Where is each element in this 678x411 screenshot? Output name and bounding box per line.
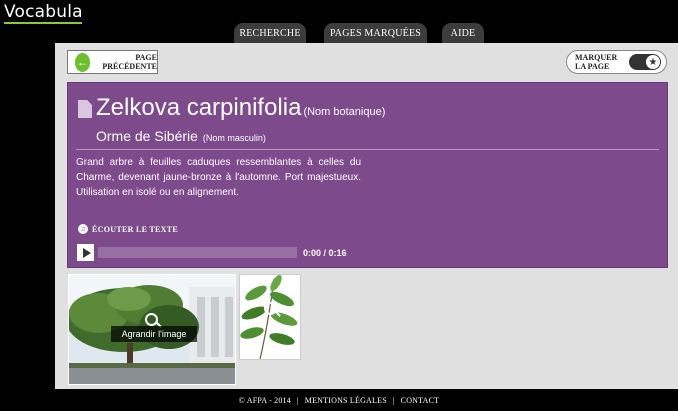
- previous-page-label: Page précédente: [102, 53, 157, 71]
- audio-player: 0:00 / 0:16: [77, 244, 347, 261]
- copyright: © AFPA - 2014: [238, 395, 291, 405]
- star-icon: ★: [646, 55, 660, 69]
- time-display: 0:00 / 0:16: [303, 247, 347, 258]
- arrow-left-icon: ←: [75, 52, 91, 72]
- tab-recherche[interactable]: Recherche: [234, 23, 306, 43]
- previous-page-button[interactable]: ← Page précédente: [67, 50, 158, 74]
- image-thumbnail-tree[interactable]: Agrandir l'image: [68, 274, 236, 385]
- description: Grand arbre à feuilles caduques ressembl…: [76, 157, 361, 198]
- listen-label: Écouter le texte: [92, 224, 179, 234]
- leaf-photo: [240, 275, 300, 359]
- tab-pages-marquees[interactable]: Pages marquées: [324, 23, 427, 43]
- divider: [76, 149, 659, 150]
- logo-underline: [4, 22, 82, 24]
- audio-progress-bar[interactable]: [98, 247, 297, 258]
- play-icon: [82, 247, 91, 258]
- contact-link[interactable]: Contact: [401, 396, 440, 405]
- mark-toggle[interactable]: ★: [629, 54, 661, 70]
- speaker-icon: ♫: [78, 224, 88, 234]
- legal-link[interactable]: Mentions légales: [305, 396, 387, 405]
- app-logo[interactable]: Vocabula: [4, 2, 83, 22]
- mark-page-label: Marquer la page: [575, 53, 618, 71]
- mark-page-button[interactable]: Marquer la page ★: [566, 50, 667, 74]
- image-thumbnail-leaf[interactable]: [239, 274, 301, 360]
- common-name: Orme de Sibérie (Nom masculin): [96, 128, 266, 144]
- common-type: (Nom masculin): [202, 133, 266, 143]
- listen-button[interactable]: ♫ Écouter le texte: [78, 224, 178, 234]
- enlarge-image-label: Agrandir l'image: [111, 326, 197, 342]
- entry-panel: Zelkova carpinifolia (Nom botanique) Orme…: [67, 82, 668, 268]
- tab-aide[interactable]: Aide: [442, 23, 484, 43]
- footer-separator: |: [392, 395, 395, 405]
- footer-separator: |: [296, 395, 299, 405]
- footer: © AFPA - 2014 | Mentions légales | Conta…: [0, 389, 678, 411]
- document-icon: [78, 100, 92, 118]
- play-button[interactable]: [77, 244, 94, 261]
- scientific-type: (Nom botanique): [303, 106, 386, 118]
- scientific-name: Zelkova carpinifolia (Nom botanique): [96, 94, 386, 121]
